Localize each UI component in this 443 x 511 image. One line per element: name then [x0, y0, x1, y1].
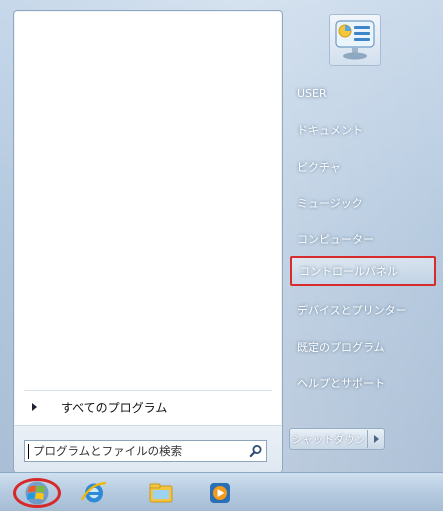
- right-item-label: 既定のプログラム: [297, 341, 385, 354]
- right-item-control-panel[interactable]: コントロールパネル: [290, 256, 436, 286]
- programs-divider: [24, 390, 272, 391]
- right-item-label: コントロールパネル: [299, 265, 398, 278]
- right-item-pictures[interactable]: ピクチャ: [290, 152, 436, 182]
- triangle-right-icon: [32, 403, 37, 411]
- right-item-label: ヘルプとサポート: [297, 377, 385, 390]
- start-button[interactable]: [13, 478, 61, 508]
- all-programs-label: すべてのプログラム: [61, 400, 168, 415]
- right-item-label: コンピューター: [297, 233, 374, 246]
- right-item-default-programs[interactable]: 既定のプログラム: [290, 332, 436, 362]
- right-item-label: デバイスとプリンター: [297, 304, 407, 317]
- right-item-documents[interactable]: ドキュメント: [290, 115, 436, 145]
- shutdown-button[interactable]: シャットダウン: [289, 428, 385, 450]
- all-programs-button[interactable]: すべてのプログラム: [14, 393, 282, 421]
- search-input[interactable]: [29, 443, 246, 459]
- right-item-music[interactable]: ミュージック: [290, 188, 436, 218]
- right-item-label: ドキュメント: [297, 124, 363, 137]
- right-item-help-support[interactable]: ヘルプとサポート: [290, 368, 436, 398]
- pinned-programs-area: [14, 11, 282, 389]
- chevron-right-icon: [373, 435, 379, 443]
- search-icon[interactable]: [246, 441, 266, 461]
- right-item-computer[interactable]: コンピューター: [290, 224, 436, 254]
- right-item-label: USER: [297, 86, 327, 100]
- user-picture-icon[interactable]: [329, 14, 381, 66]
- internet-explorer-icon[interactable]: [80, 480, 108, 506]
- right-item-label: ミュージック: [297, 197, 363, 210]
- search-box[interactable]: [24, 440, 267, 462]
- file-explorer-icon[interactable]: [147, 480, 175, 506]
- search-zone: [14, 425, 282, 473]
- windows-start-icon: [25, 481, 49, 505]
- right-item-devices-printers[interactable]: デバイスとプリンター: [290, 295, 436, 325]
- start-menu-left-panel: すべてのプログラム: [13, 10, 283, 473]
- right-item-label: ピクチャ: [297, 161, 341, 174]
- media-player-icon[interactable]: [206, 480, 234, 506]
- right-item-user[interactable]: USER: [290, 78, 436, 108]
- shutdown-label: シャットダウン: [291, 433, 366, 446]
- shutdown-options-button[interactable]: [367, 430, 384, 448]
